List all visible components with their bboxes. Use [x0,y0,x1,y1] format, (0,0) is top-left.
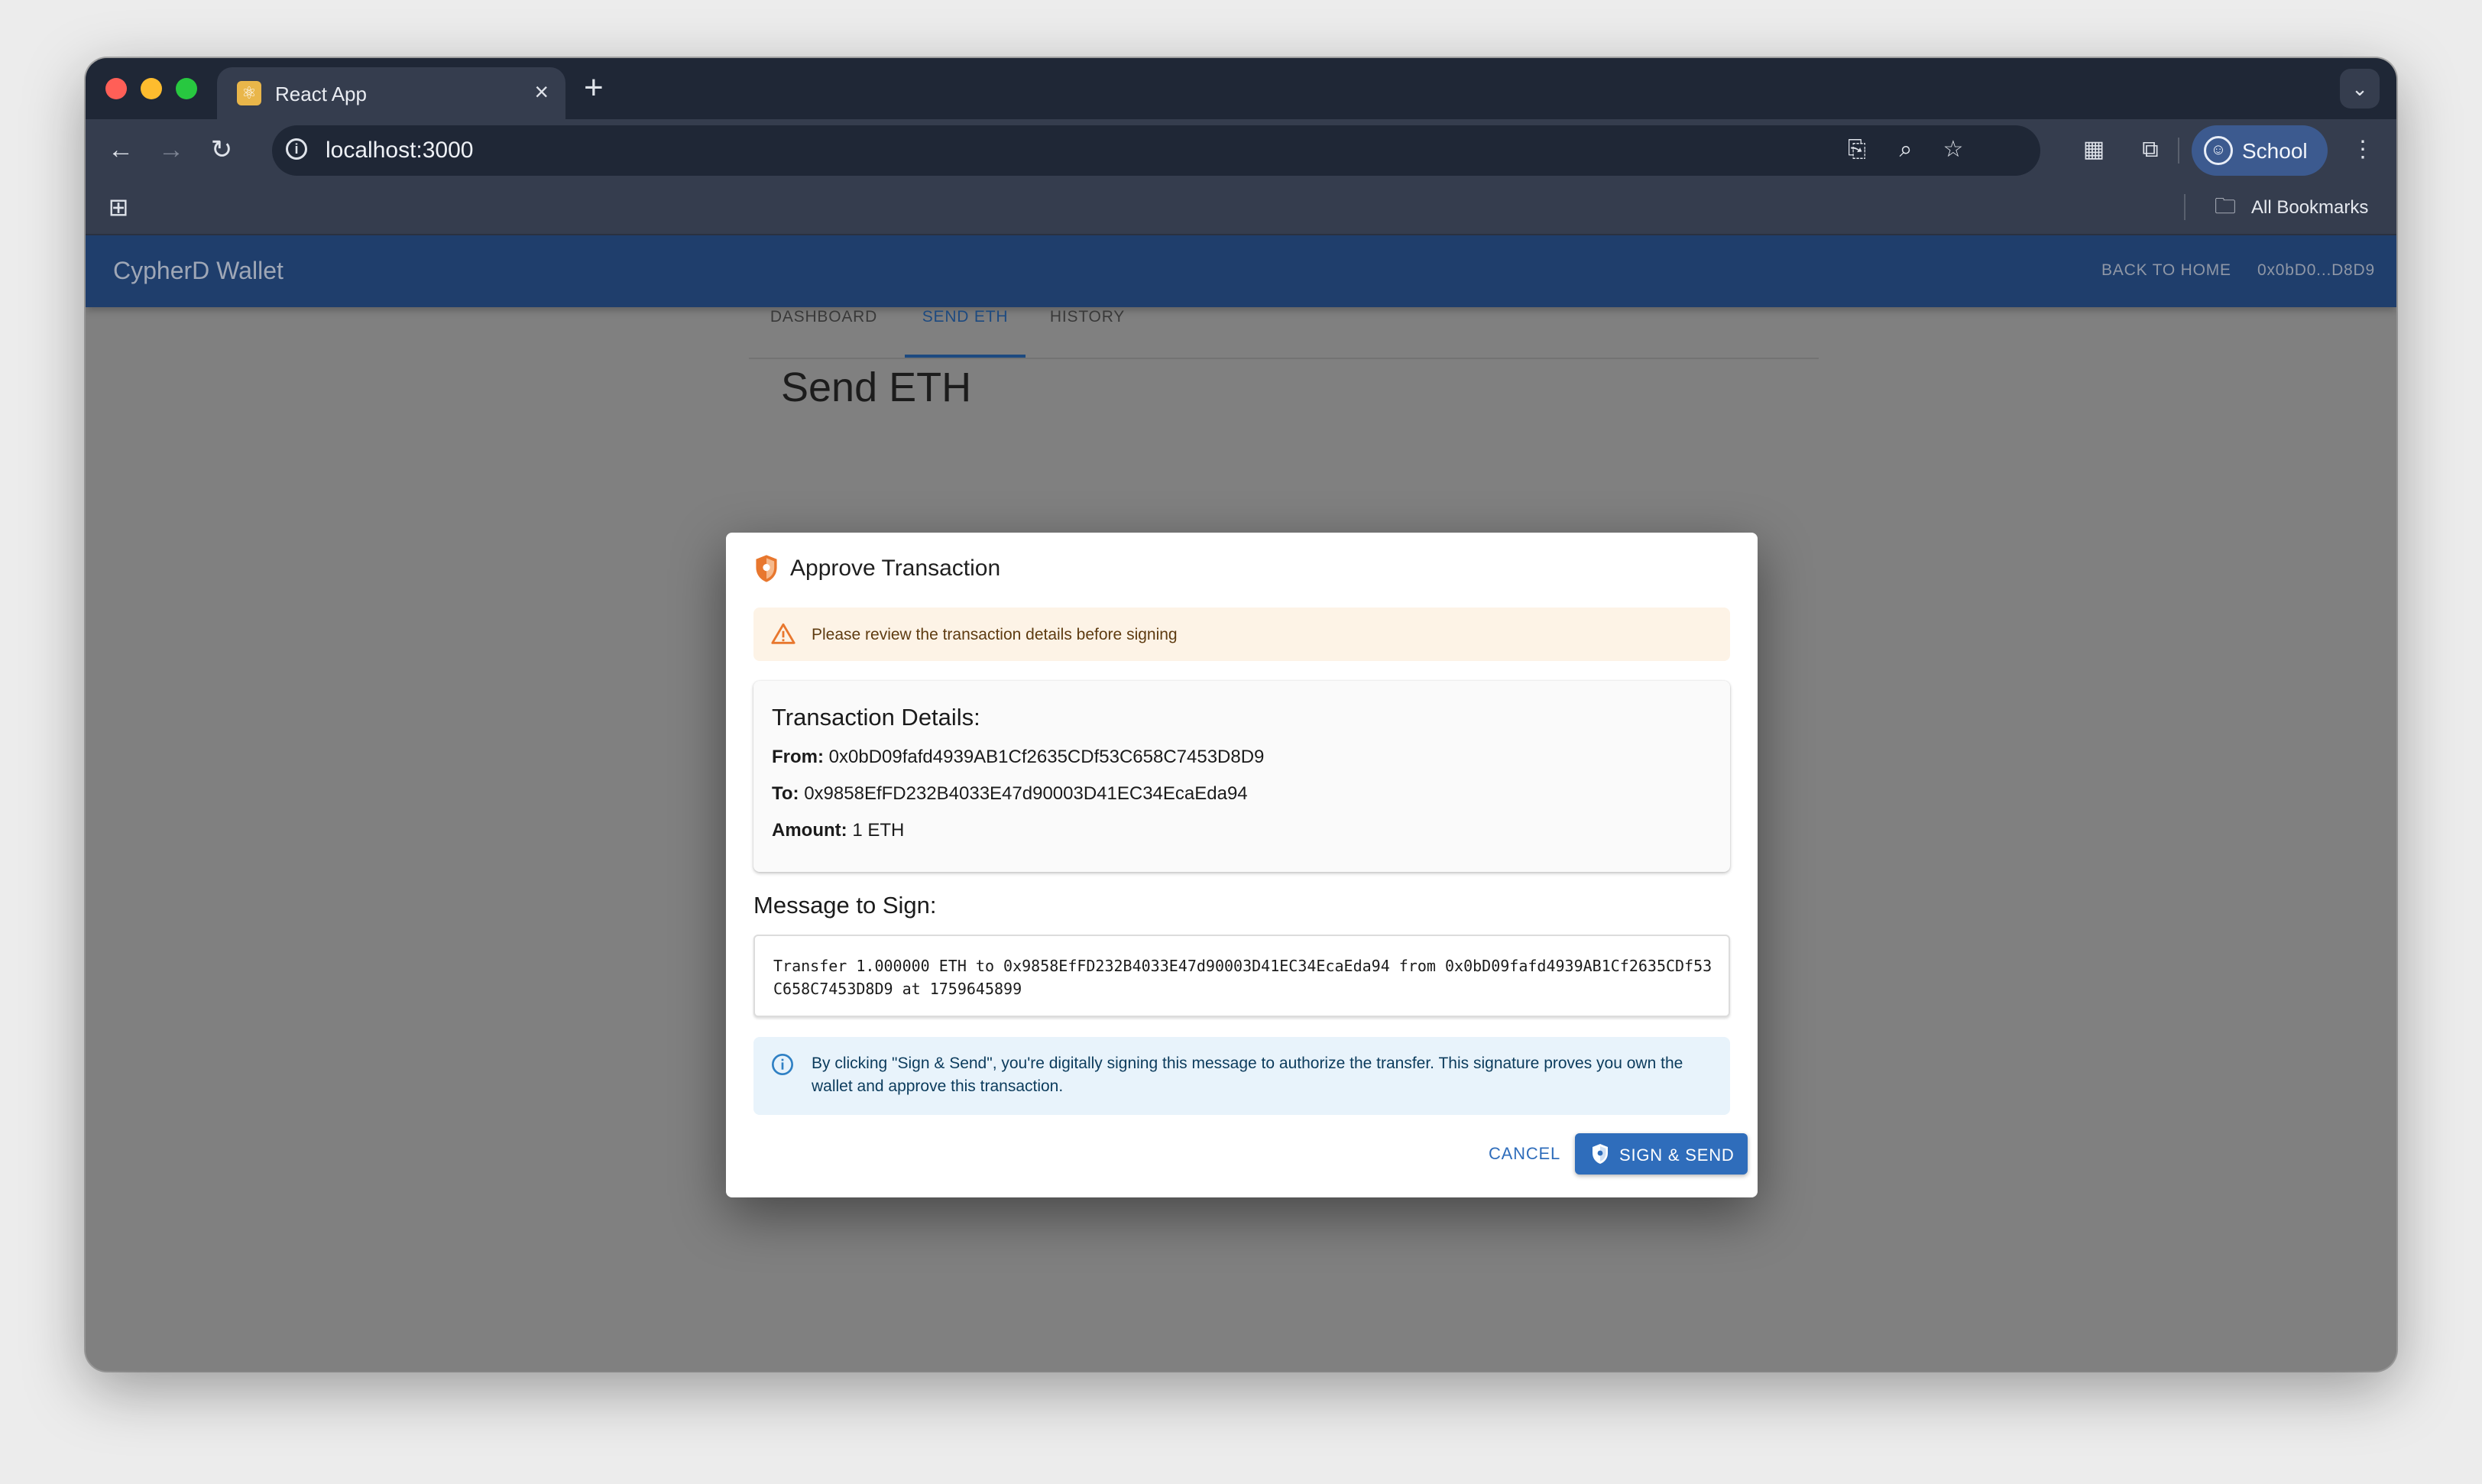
warning-triangle-icon [771,623,795,644]
minimize-window-button[interactable] [141,78,162,99]
forward-arrow-icon[interactable]: → [153,131,190,168]
cancel-button[interactable]: CANCEL [1475,1133,1574,1175]
bookmarks-divider [2184,194,2186,220]
bookmark-star-icon[interactable]: ☆ [1938,134,1968,165]
all-bookmarks-link[interactable]: All Bookmarks [2251,197,2368,219]
install-app-icon[interactable]: ⎘ [1842,134,1872,165]
browser-menu-icon[interactable]: ⋮ [2346,133,2380,167]
url-text[interactable]: localhost:3000 [326,138,473,164]
info-text: By clicking "Sign & Send", you're digita… [812,1055,1683,1095]
new-tab-button[interactable]: + [584,69,604,107]
back-arrow-icon[interactable]: ← [102,131,139,168]
browser-window: ⚛ React App × + ⌄ ← → ↻ i localhost:3000… [86,58,2396,1371]
page-viewport: CypherD Wallet BACK TO HOME 0x0bD0...D8D… [86,235,2396,1371]
amount-value: 1 ETH [852,820,905,841]
message-label: Message to Sign: [753,892,937,919]
tab-strip: ⚛ React App × + ⌄ [86,58,2396,119]
sign-and-send-label: SIGN & SEND [1619,1145,1735,1165]
dialog-title: Approve Transaction [790,556,1001,581]
info-circle-icon [772,1054,793,1075]
to-label: To: [772,783,799,804]
puzzle-extensions-icon[interactable]: ⧉ [2134,133,2167,167]
site-info-icon[interactable]: i [286,138,307,160]
profile-avatar-icon: ☺ [2204,136,2233,165]
apps-grid-icon[interactable]: ⊞ [104,193,133,222]
from-row: From: 0x0bD09fafd4939AB1Cf2635CDf53C658C… [772,747,1264,768]
from-address: 0x0bD09fafd4939AB1Cf2635CDf53C658C7453D8… [828,747,1265,767]
maximize-window-button[interactable] [176,78,197,99]
approve-transaction-dialog: Approve Transaction Please review the tr… [726,533,1758,1197]
close-window-button[interactable] [105,78,127,99]
tab-close-icon[interactable]: × [534,78,549,105]
tab-title: React App [275,83,367,105]
sign-and-send-button[interactable]: SIGN & SEND [1575,1133,1748,1175]
shield-icon [756,555,777,582]
amount-row: Amount: 1 ETH [772,820,904,841]
to-address: 0x9858EfFD232B4033E47d90003D41EC34EcaEda… [804,783,1248,804]
warning-alert: Please review the transaction details be… [753,608,1730,661]
profile-button[interactable]: ☺ School [2192,125,2328,176]
profile-name: School [2242,139,2308,163]
reload-icon[interactable]: ↻ [203,131,240,168]
browser-tab-react-app[interactable]: ⚛ React App × [217,67,565,119]
react-favicon-icon: ⚛ [237,81,261,105]
from-label: From: [772,747,824,767]
zoom-icon[interactable]: ⌕ [1891,134,1921,165]
address-bar[interactable]: i localhost:3000 ⎘ ⌕ ☆ [272,125,2040,176]
transaction-details-card: Transaction Details: From: 0x0bD09fafd49… [753,681,1730,872]
info-alert: By clicking "Sign & Send", you're digita… [753,1037,1730,1115]
message-box: Transfer 1.000000 ETH to 0x9858EfFD232B4… [753,935,1730,1017]
message-text: Transfer 1.000000 ETH to 0x9858EfFD232B4… [773,957,1712,998]
tab-search-chevron-icon[interactable]: ⌄ [2340,69,2380,109]
details-heading: Transaction Details: [772,704,980,731]
browser-toolbar: ← → ↻ i localhost:3000 ⎘ ⌕ ☆ ▦ ⧉ ☺ Schoo… [86,119,2396,180]
amount-label: Amount: [772,820,847,841]
bookmarks-bar: ⊞ 🗀 All Bookmarks [86,180,2396,235]
extension-icon[interactable]: ▦ [2077,133,2111,167]
to-row: To: 0x9858EfFD232B4033E47d90003D41EC34Ec… [772,783,1248,805]
toolbar-divider [2178,138,2179,164]
folder-icon: 🗀 [2215,194,2237,218]
warning-text: Please review the transaction details be… [812,626,1178,643]
shield-icon [1593,1144,1608,1164]
